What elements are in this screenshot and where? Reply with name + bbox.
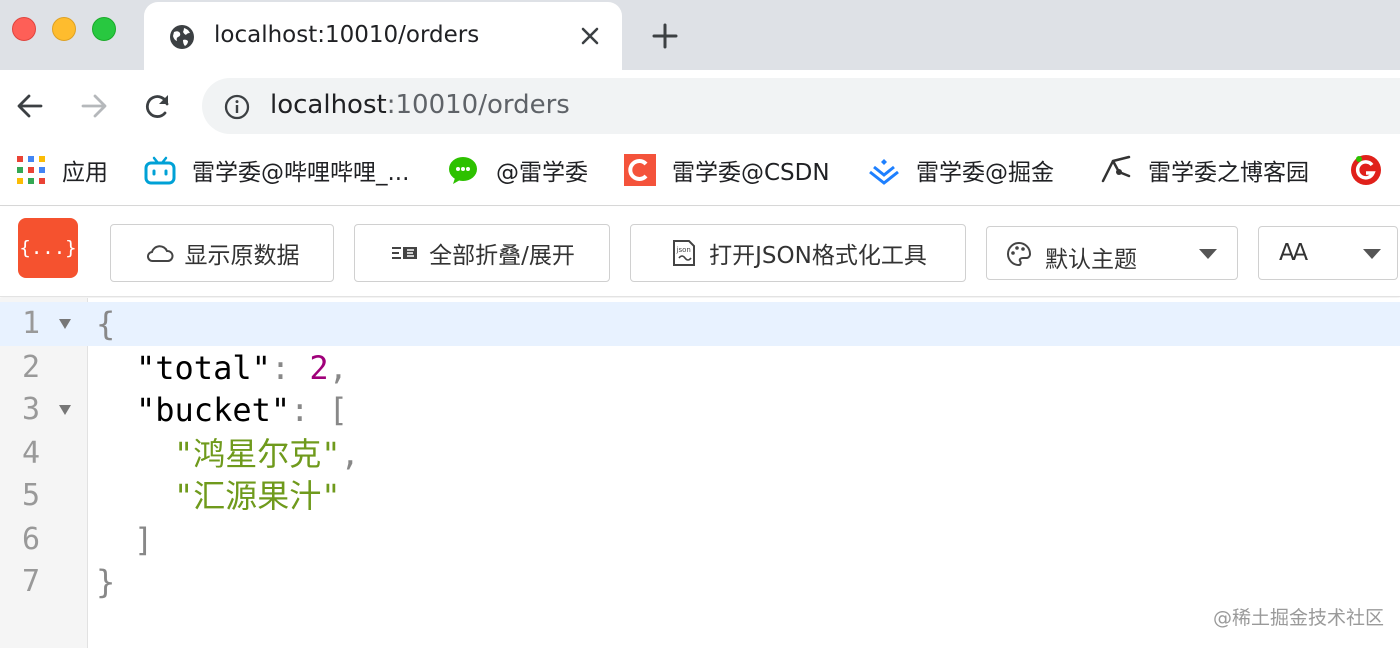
line-number: 2 bbox=[21, 350, 40, 385]
bookmark-more[interactable] bbox=[1350, 152, 1382, 188]
json-close-bracket: ] bbox=[134, 521, 154, 559]
bookmark-label: @雷学委 bbox=[496, 160, 588, 186]
json-code-view[interactable]: 1 { 2 "total": 2, 3 "bucket": [ 4 "鸿星尔克"… bbox=[0, 298, 1400, 648]
url-path: :10010/orders bbox=[386, 90, 570, 120]
json-key: "bucket" bbox=[136, 391, 291, 429]
code-line: 7 } bbox=[0, 560, 1400, 604]
watermark: @稀土掘金技术社区 bbox=[1212, 607, 1384, 629]
chevron-down-icon bbox=[1363, 249, 1381, 259]
json-open-bracket: [ bbox=[328, 391, 348, 429]
bilibili-icon bbox=[144, 156, 176, 185]
bookmark-juejin[interactable]: 雷学委@掘金 bbox=[868, 152, 1054, 188]
code-line: 5 "汇源果汁" bbox=[0, 474, 1400, 518]
back-arrow-icon[interactable] bbox=[14, 90, 46, 122]
json-separator: : bbox=[290, 391, 329, 429]
theme-select[interactable]: 默认主题 bbox=[986, 226, 1238, 280]
line-number: 4 bbox=[21, 436, 40, 471]
close-tab-icon[interactable] bbox=[578, 24, 602, 48]
font-size-select[interactable]: AA bbox=[1258, 226, 1398, 280]
forward-arrow-icon[interactable] bbox=[78, 90, 110, 122]
json-comma: , bbox=[328, 349, 348, 387]
red-g-logo-icon bbox=[1351, 155, 1381, 185]
apps-grid-icon bbox=[17, 156, 45, 184]
line-content: "汇源果汁" bbox=[174, 474, 341, 518]
bookmarks-bar: 应用 雷学委@哔哩哔哩_... @雷学委 雷学委@CSDN 雷学委@掘金 雷学委… bbox=[0, 142, 1400, 206]
line-number: 5 bbox=[21, 478, 40, 513]
zoom-window-button[interactable] bbox=[92, 17, 116, 41]
line-number: 6 bbox=[21, 522, 40, 557]
site-info-icon[interactable] bbox=[224, 94, 250, 120]
bookmark-label: 雷学委@CSDN bbox=[672, 160, 830, 186]
juejin-icon bbox=[869, 159, 899, 185]
open-json-format-tool-button[interactable]: json 打开JSON格式化工具 bbox=[630, 224, 966, 282]
wechat-icon bbox=[449, 157, 477, 184]
collapse-expand-all-button[interactable]: 全部折叠/展开 bbox=[354, 224, 610, 282]
collapse-expand-icon bbox=[392, 247, 418, 259]
active-tab[interactable]: localhost:10010/orders bbox=[144, 2, 622, 70]
json-viewer-toolbar: {...} 显示原数据 全部折叠/展开 json 打开JSON格式化工具 默认主… bbox=[0, 207, 1400, 297]
code-line: 2 "total": 2, bbox=[0, 346, 1400, 390]
bookmark-bilibili[interactable]: 雷学委@哔哩哔哩_... bbox=[144, 152, 409, 188]
bookmark-apps[interactable]: 应用 bbox=[16, 152, 108, 188]
line-number: 1 bbox=[21, 306, 40, 341]
json-viewer-logo: {...} bbox=[18, 218, 78, 278]
json-number-value: 2 bbox=[309, 349, 329, 387]
bookmark-csdn[interactable]: 雷学委@CSDN bbox=[624, 152, 830, 188]
url-text: localhost:10010/orders bbox=[270, 90, 570, 120]
browser-toolbar: localhost:10010/orders bbox=[0, 70, 1400, 142]
line-content: "total": 2, bbox=[136, 346, 348, 390]
line-number: 3 bbox=[21, 392, 40, 427]
code-line: 1 { bbox=[0, 302, 1400, 346]
bookmark-label: 应用 bbox=[62, 160, 108, 186]
fold-toggle-icon[interactable] bbox=[58, 318, 72, 330]
address-bar[interactable]: localhost:10010/orders bbox=[202, 78, 1400, 134]
svg-text:json: json bbox=[676, 246, 691, 254]
line-number: 7 bbox=[21, 564, 40, 599]
cloud-icon bbox=[146, 245, 174, 262]
new-tab-icon[interactable] bbox=[650, 21, 680, 51]
show-raw-data-button[interactable]: 显示原数据 bbox=[110, 224, 334, 282]
tab-title: localhost:10010/orders bbox=[214, 22, 480, 48]
json-string-value: "鸿星尔克" bbox=[174, 435, 341, 473]
json-key: "total" bbox=[136, 349, 271, 387]
code-line: 6 ] bbox=[0, 518, 1400, 562]
json-comma: , bbox=[340, 435, 360, 473]
csdn-icon bbox=[624, 154, 656, 186]
bookmark-cnblogs[interactable]: 雷学委之博客园 bbox=[1100, 152, 1309, 188]
code-line: 3 "bucket": [ bbox=[0, 388, 1400, 432]
show-raw-data-label: 显示原数据 bbox=[184, 243, 300, 269]
collapse-expand-label: 全部折叠/展开 bbox=[429, 243, 575, 269]
line-content: "鸿星尔克", bbox=[174, 432, 360, 476]
globe-icon bbox=[170, 25, 194, 49]
tab-strip: localhost:10010/orders bbox=[0, 0, 1400, 70]
reload-icon[interactable] bbox=[142, 90, 174, 122]
bookmark-label: 雷学委之博客园 bbox=[1148, 160, 1309, 186]
line-content: "bucket": [ bbox=[136, 388, 348, 432]
font-size-select-value: AA bbox=[1279, 240, 1308, 266]
fold-toggle-icon[interactable] bbox=[58, 404, 72, 416]
bookmark-label: 雷学委@哔哩哔哩_... bbox=[192, 160, 410, 186]
line-content: { bbox=[96, 305, 116, 343]
close-window-button[interactable] bbox=[12, 17, 36, 41]
json-string-value: "汇源果汁" bbox=[174, 477, 341, 515]
minimize-window-button[interactable] bbox=[52, 17, 76, 41]
code-line: 4 "鸿星尔克", bbox=[0, 432, 1400, 476]
theme-select-value: 默认主题 bbox=[1045, 247, 1137, 273]
cnblogs-icon bbox=[1101, 155, 1131, 183]
palette-icon bbox=[1007, 241, 1031, 267]
bookmark-label: 雷学委@掘金 bbox=[916, 160, 1054, 186]
line-content: } bbox=[96, 563, 116, 601]
json-file-icon: json bbox=[673, 240, 696, 266]
url-host: localhost bbox=[270, 90, 387, 120]
json-separator: : bbox=[270, 349, 310, 387]
bookmark-wechat[interactable]: @雷学委 bbox=[448, 152, 588, 188]
chevron-down-icon bbox=[1199, 249, 1217, 259]
open-json-format-tool-label: 打开JSON格式化工具 bbox=[709, 243, 927, 269]
